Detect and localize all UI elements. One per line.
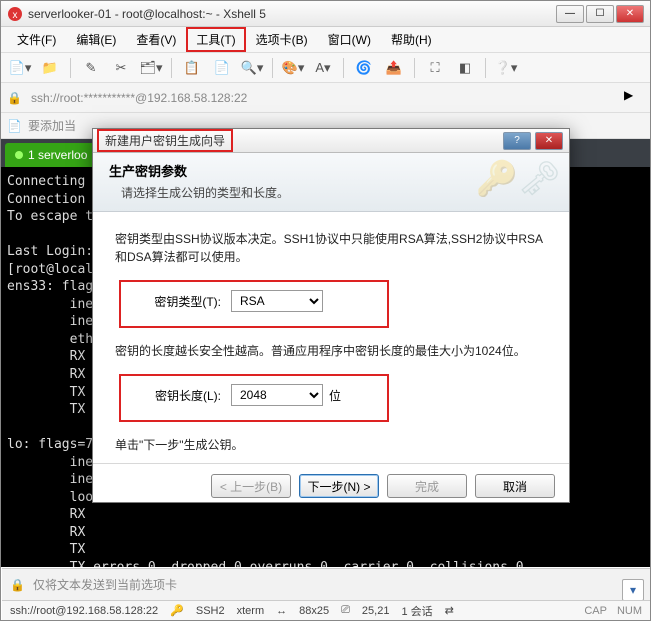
close-button[interactable]: ✕	[616, 5, 644, 23]
find-icon[interactable]: 🔍▾	[239, 57, 265, 79]
disconnect-icon[interactable]: ✂	[108, 57, 134, 79]
go-icon[interactable]: ▶	[624, 88, 644, 108]
compose-bar[interactable]: 🔒 仅将文本发送到当前选项卡	[2, 568, 650, 600]
keys-icon: 🔑🗝	[476, 159, 562, 199]
app-icon: x	[7, 6, 23, 22]
link-icon: ⇄	[445, 604, 454, 617]
xagent-icon: 🔑	[170, 604, 184, 617]
menubar: 文件(F) 编辑(E) 查看(V) 工具(T) 选项卡(B) 窗口(W) 帮助(…	[1, 27, 650, 53]
add-text: 要添加当	[28, 117, 76, 134]
menu-file[interactable]: 文件(F)	[7, 27, 66, 52]
key-length-select[interactable]: 2048	[231, 384, 323, 406]
lock-compose-icon: 🔒	[10, 578, 25, 592]
key-type-desc: 密钥类型由SSH协议版本决定。SSH1协议中只能使用RSA算法,SSH2协议中R…	[115, 230, 547, 266]
status-sessions: 1 会话	[401, 603, 432, 619]
minimize-button[interactable]: —	[556, 5, 584, 23]
menu-tools[interactable]: 工具(T)	[186, 27, 245, 52]
dialog-titlebar: 新建用户密钥生成向导 ? ✕	[93, 129, 569, 153]
window-title: serverlooker-01 - root@localhost:~ - Xsh…	[28, 7, 556, 21]
status-size: 88x25	[299, 605, 329, 617]
key-type-label: 密钥类型(T):	[145, 293, 231, 310]
status-cap: CAP	[584, 605, 607, 617]
key-length-row: 密钥长度(L): 2048 位	[145, 384, 377, 406]
open-icon[interactable]: 📁	[37, 57, 63, 79]
key-type-select[interactable]: RSA	[231, 290, 323, 312]
menu-window[interactable]: 窗口(W)	[318, 27, 381, 52]
menu-tabs[interactable]: 选项卡(B)	[246, 27, 318, 52]
transparency-icon[interactable]: ◧	[452, 57, 478, 79]
dialog-close-button[interactable]: ✕	[535, 132, 563, 150]
color-icon[interactable]: 🎨▾	[280, 57, 306, 79]
new-session-icon[interactable]: 📄▾	[7, 57, 33, 79]
next-hint: 单击"下一步"生成公钥。	[115, 436, 547, 453]
menu-view[interactable]: 查看(V)	[126, 27, 186, 52]
dialog-footer: < 上一步(B) 下一步(N) > 完成 取消	[93, 463, 569, 508]
toolbar: 📄▾ 📁 ✎ ✂ 🗂▾ 📋 📄 🔍▾ 🎨▾ A▾ 🌀 📤 ⛶ ◧ ❔▾	[1, 53, 650, 83]
dialog-help-button[interactable]: ?	[503, 132, 531, 150]
reconnect-icon[interactable]: ✎	[78, 57, 104, 79]
transfer-icon[interactable]: 📤	[381, 57, 407, 79]
status-num: NUM	[617, 605, 642, 617]
cancel-button[interactable]: 取消	[475, 474, 555, 498]
copy-icon[interactable]: 📋	[179, 57, 205, 79]
address-field[interactable]: ssh://root:***********@192.168.58.128:22	[28, 88, 619, 108]
finish-button: 完成	[387, 474, 467, 498]
pos-icon: ⎚	[341, 604, 350, 617]
compose-hint: 仅将文本发送到当前选项卡	[33, 576, 177, 593]
menu-help[interactable]: 帮助(H)	[381, 27, 442, 52]
key-type-row: 密钥类型(T): RSA	[145, 290, 377, 312]
key-wizard-dialog: 新建用户密钥生成向导 ? ✕ 生产密钥参数 请选择生成公钥的类型和长度。 🔑🗝 …	[92, 128, 570, 503]
font-icon[interactable]: A▾	[310, 57, 336, 79]
resize-icon: ↔	[276, 605, 287, 617]
svg-text:x: x	[13, 10, 18, 21]
key-length-unit: 位	[329, 387, 341, 404]
back-button: < 上一步(B)	[211, 474, 291, 498]
status-pos: 25,21	[362, 605, 390, 617]
addressbar: 🔒 ssh://root:***********@192.168.58.128:…	[1, 83, 650, 113]
dialog-header: 生产密钥参数 请选择生成公钥的类型和长度。 🔑🗝	[93, 153, 569, 212]
fullscreen-icon[interactable]: ⛶	[422, 57, 448, 79]
statusbar: ssh://root@192.168.58.128:22 🔑 SSH2 xter…	[2, 600, 650, 620]
status-proto: SSH2	[196, 605, 225, 617]
dialog-body: 密钥类型由SSH协议版本决定。SSH1协议中只能使用RSA算法,SSH2协议中R…	[93, 212, 569, 463]
paste-icon[interactable]: 📄	[209, 57, 235, 79]
status-term: xterm	[237, 605, 265, 617]
session-tab[interactable]: 1 serverloo	[5, 143, 99, 167]
add-icon[interactable]: 📄	[7, 119, 22, 133]
expand-compose-icon[interactable]: ▾	[622, 579, 644, 601]
status-dot-icon	[15, 151, 23, 159]
next-button[interactable]: 下一步(N) >	[299, 474, 379, 498]
maximize-button[interactable]: ☐	[586, 5, 614, 23]
dialog-title: 新建用户密钥生成向导	[97, 129, 233, 152]
lock-icon: 🔒	[7, 91, 22, 105]
key-length-label: 密钥长度(L):	[145, 387, 231, 404]
help-icon[interactable]: ❔▾	[493, 57, 519, 79]
properties-icon[interactable]: 🗂▾	[138, 57, 164, 79]
status-connection: ssh://root@192.168.58.128:22	[10, 605, 158, 617]
xftp-icon[interactable]: 🌀	[351, 57, 377, 79]
key-length-desc: 密钥的长度越长安全性越高。普通应用程序中密钥长度的最佳大小为1024位。	[115, 342, 547, 360]
menu-edit[interactable]: 编辑(E)	[66, 27, 126, 52]
titlebar: x serverlooker-01 - root@localhost:~ - X…	[1, 1, 650, 27]
tab-label: 1 serverloo	[28, 148, 87, 162]
